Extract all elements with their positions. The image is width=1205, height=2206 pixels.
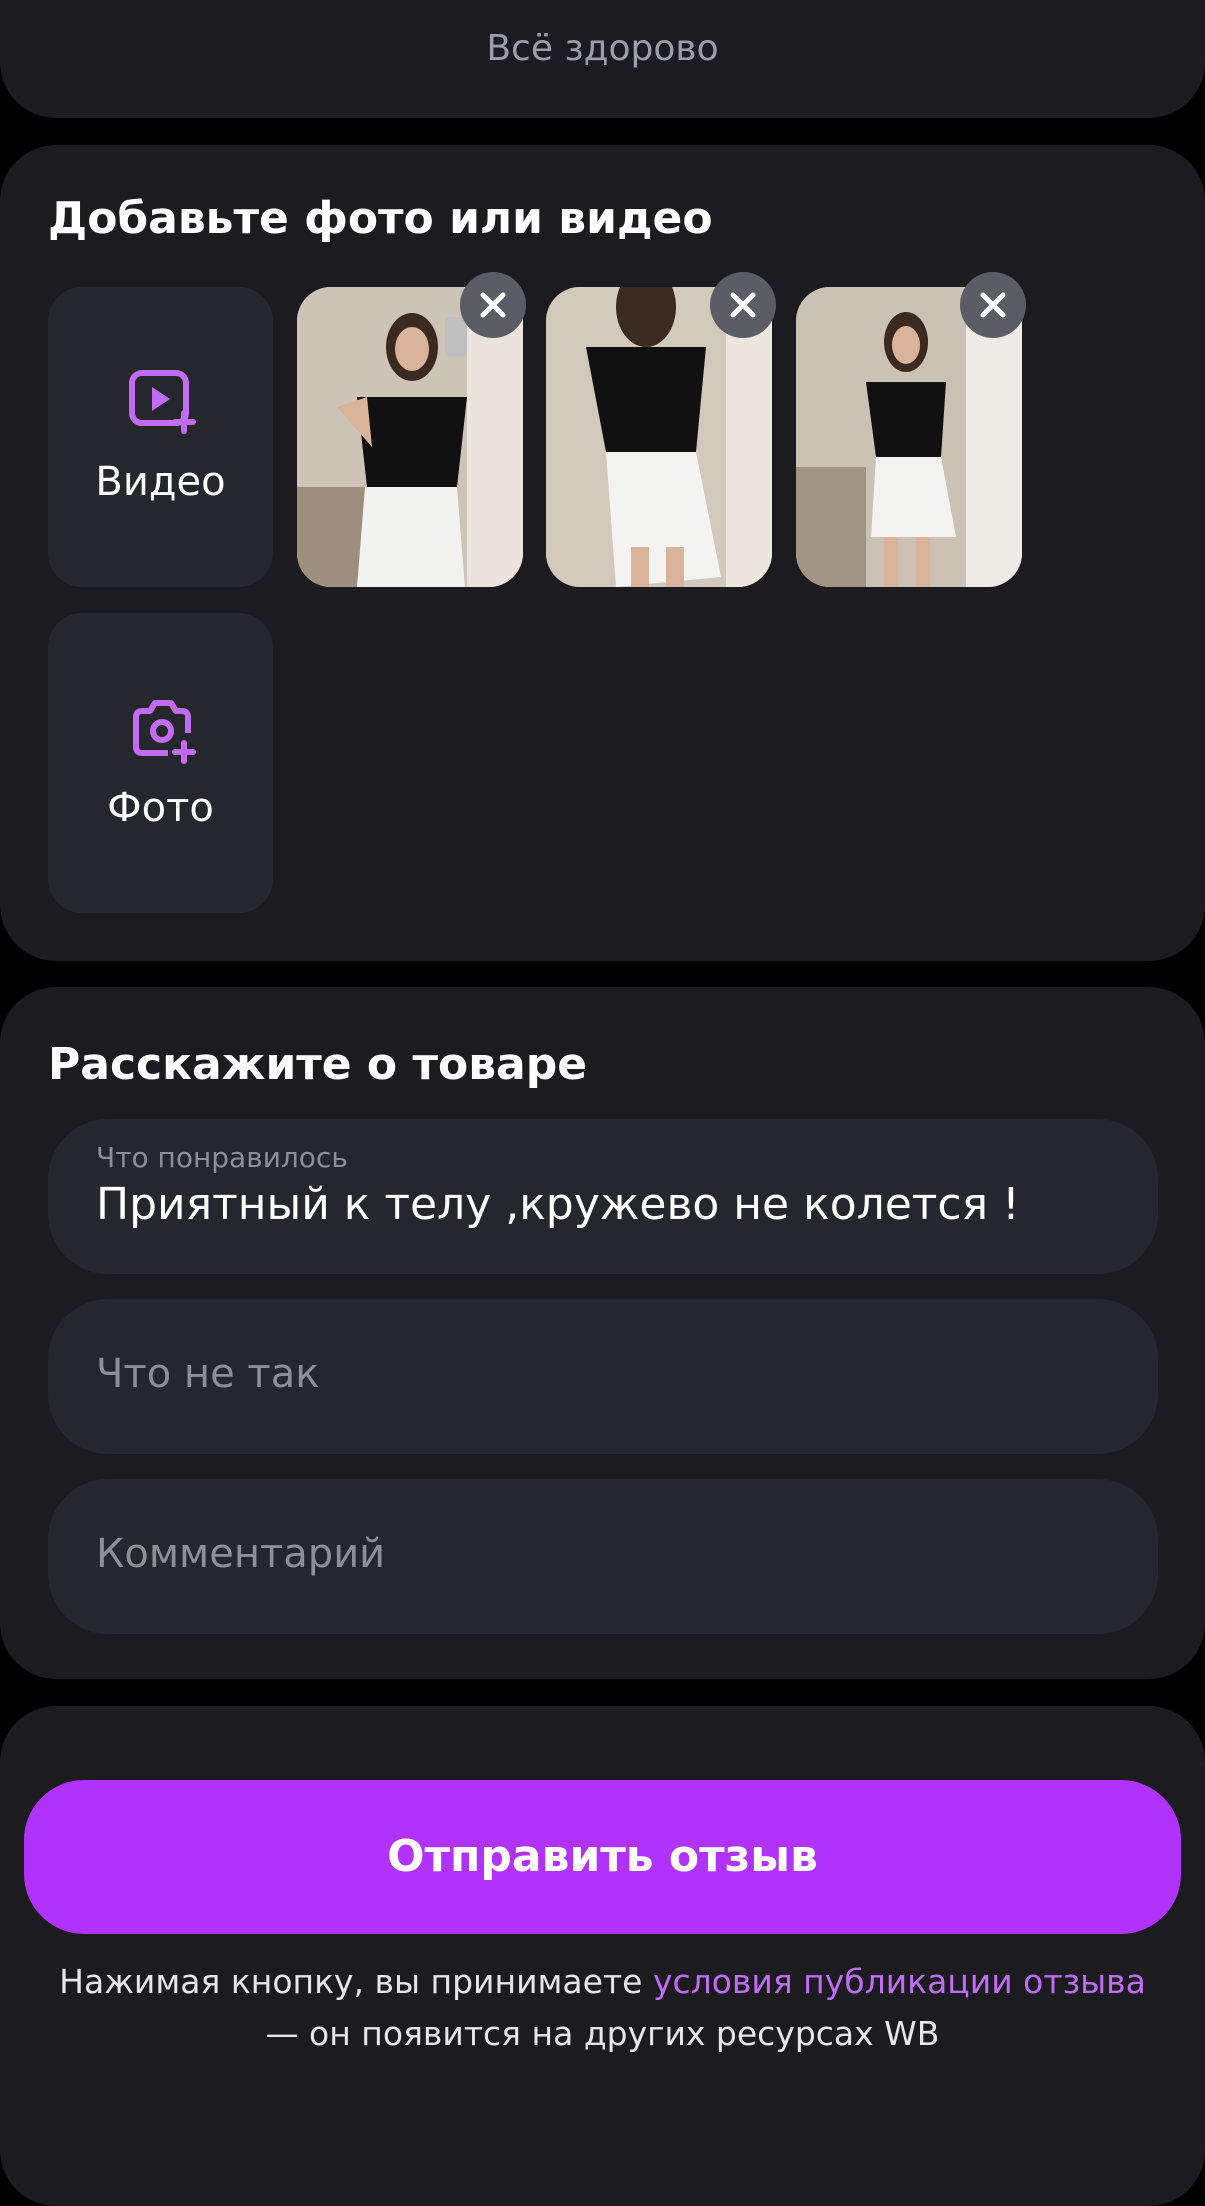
remove-photo-3-button[interactable] [960,272,1026,338]
review-card: Расскажите о товаре Что понравилось Прия… [0,987,1205,1679]
remove-photo-1-button[interactable] [460,272,526,338]
media-section-title: Добавьте фото или видео [48,193,713,244]
top-card-text: Всё здорово [486,28,719,69]
remove-photo-2-button[interactable] [710,272,776,338]
video-add-icon [129,370,196,434]
top-card: Всё здорово [0,0,1205,118]
publication-terms-link[interactable]: условия публикации отзыва [653,1962,1146,2001]
add-video-label: Видео [95,459,226,505]
liked-field[interactable]: Что понравилось Приятный к телу ,кружево… [48,1119,1158,1274]
wrong-field[interactable]: Что не так [48,1299,1158,1454]
wrong-field-placeholder: Что не так [96,1351,320,1397]
submit-review-button[interactable]: Отправить отзыв [24,1780,1181,1934]
add-photo-label: Фото [107,785,214,831]
disclaimer-prefix: Нажимая кнопку, вы принимаете [59,1962,653,2001]
disclaimer-suffix: — он появится на других ресурсах WB [265,2014,940,2053]
comment-field-placeholder: Комментарий [96,1531,386,1577]
add-video-button[interactable]: Видео [48,287,273,587]
disclaimer-text: Нажимая кнопку, вы принимаете условия пу… [0,1956,1205,2060]
liked-field-label: Что понравилось [96,1141,348,1174]
add-photo-button[interactable]: Фото [48,613,273,913]
camera-add-icon [133,700,196,764]
liked-field-value: Приятный к телу ,кружево не колется ! [96,1179,1020,1230]
comment-field[interactable]: Комментарий [48,1479,1158,1634]
close-icon [980,292,1006,318]
media-card: Добавьте фото или видео Видео Фото [0,145,1205,961]
close-icon [730,292,756,318]
review-section-title: Расскажите о товаре [48,1039,588,1090]
close-icon [480,292,506,318]
